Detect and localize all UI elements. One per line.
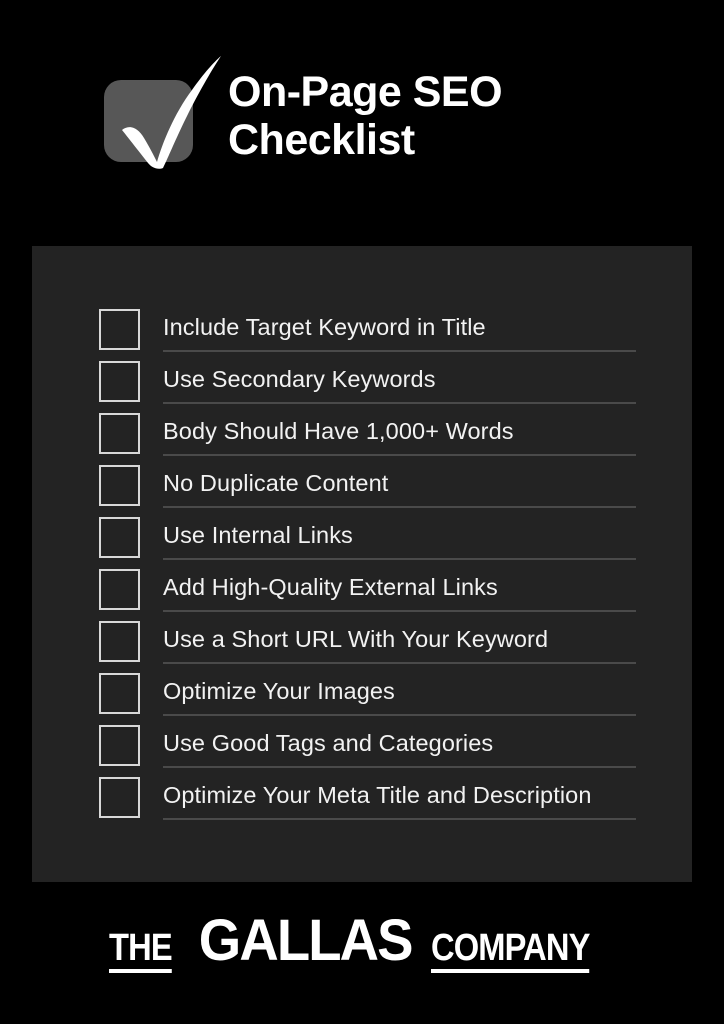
list-item-label: Optimize Your Meta Title and Description	[163, 782, 592, 808]
list-item[interactable]: Use Secondary Keywords	[99, 357, 672, 409]
checkbox[interactable]	[99, 569, 140, 610]
brand-logo-the: THE	[109, 929, 173, 973]
list-item-label: Add High-Quality External Links	[163, 574, 498, 600]
list-item-label: Use Good Tags and Categories	[163, 730, 494, 756]
footer: THE GALLAS COMPANY	[0, 912, 724, 992]
list-item-label: Include Target Keyword in Title	[163, 314, 486, 340]
list-item[interactable]: Optimize Your Meta Title and Description	[99, 773, 672, 825]
list-item-label: No Duplicate Content	[163, 470, 389, 496]
list-item-label: Use a Short URL With Your Keyword	[163, 626, 549, 652]
checkbox[interactable]	[99, 309, 140, 350]
list-item[interactable]: Use Good Tags and Categories	[99, 721, 672, 773]
list-item-divider	[163, 506, 636, 508]
list-item-divider	[163, 350, 636, 352]
list-item-label: Body Should Have 1,000+ Words	[163, 418, 514, 444]
list-item-divider	[163, 766, 636, 768]
list-item[interactable]: Use Internal Links	[99, 513, 672, 565]
list-item[interactable]: No Duplicate Content	[99, 461, 672, 513]
list-item[interactable]: Optimize Your Images	[99, 669, 672, 721]
list-item[interactable]: Use a Short URL With Your Keyword	[99, 617, 672, 669]
list-item[interactable]: Include Target Keyword in Title	[99, 305, 672, 357]
list-item-divider	[163, 610, 636, 612]
checkbox[interactable]	[99, 413, 140, 454]
list-item[interactable]: Body Should Have 1,000+ Words	[99, 409, 672, 461]
list-item-divider	[163, 662, 636, 664]
header: On-Page SEO Checklist	[0, 0, 724, 200]
list-item-divider	[163, 714, 636, 716]
page-title: On-Page SEO Checklist	[228, 68, 503, 164]
list-item-label: Optimize Your Images	[163, 678, 395, 704]
checkbox[interactable]	[99, 673, 140, 714]
list-item-divider	[163, 818, 636, 820]
list-item-divider	[163, 558, 636, 560]
brand-logo-company: COMPANY	[430, 929, 590, 973]
checkbox[interactable]	[99, 465, 140, 506]
checkbox[interactable]	[99, 725, 140, 766]
checklist-list: Include Target Keyword in Title Use Seco…	[99, 305, 672, 825]
list-item-label: Use Internal Links	[163, 522, 353, 548]
checkbox[interactable]	[99, 621, 140, 662]
checkmark-glyph	[122, 56, 221, 169]
list-item[interactable]: Add High-Quality External Links	[99, 565, 672, 617]
brand-logo: THE GALLAS COMPANY	[109, 912, 615, 973]
list-item-divider	[163, 402, 636, 404]
checkbox[interactable]	[99, 517, 140, 558]
list-item-label: Use Secondary Keywords	[163, 366, 436, 392]
brand-logo-name: GALLAS	[198, 908, 414, 973]
checkmark-icon	[100, 52, 221, 170]
checkbox[interactable]	[99, 361, 140, 402]
checklist-card: Include Target Keyword in Title Use Seco…	[32, 246, 692, 882]
list-item-divider	[163, 454, 636, 456]
checkbox[interactable]	[99, 777, 140, 818]
